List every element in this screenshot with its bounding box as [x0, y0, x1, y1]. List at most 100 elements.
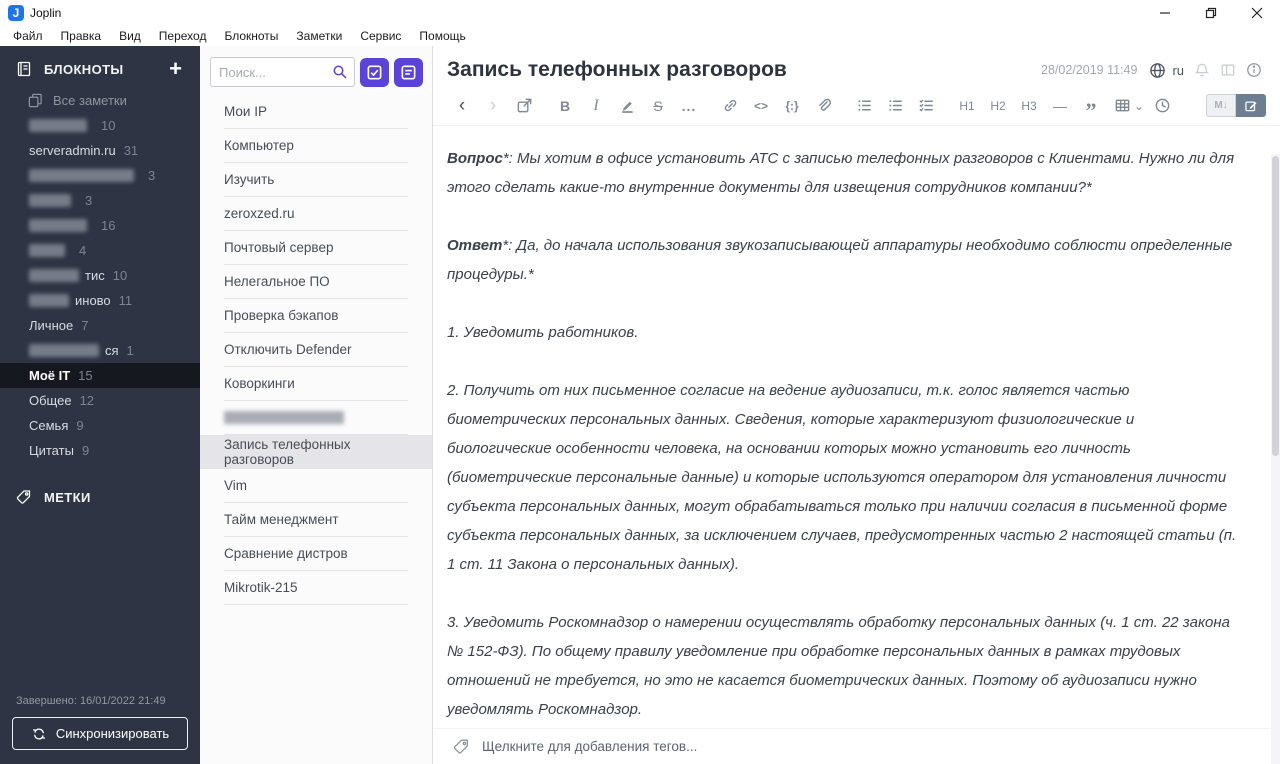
notebook-label: serveradmin.ru: [29, 143, 116, 158]
numbered-list-button[interactable]: [882, 95, 908, 117]
note-list-item[interactable]: Коворкинги: [200, 367, 432, 401]
tag-icon: [453, 739, 468, 754]
joplin-window: J Joplin Файл Правка Вид Переход Блокноты Зам…: [0, 0, 1280, 764]
strikethrough-button[interactable]: S: [645, 95, 671, 117]
note-list-item[interactable]: Компьютер: [200, 129, 432, 163]
insert-table-button[interactable]: [1109, 95, 1135, 117]
external-edit-button[interactable]: [511, 95, 537, 117]
sidebar-notebook-item[interactable]: 4: [0, 238, 200, 263]
spellcheck-language[interactable]: ru: [1172, 63, 1184, 78]
sidebar-notebook-item[interactable]: ся 1: [0, 338, 200, 363]
menu-item[interactable]: Правка: [52, 29, 111, 43]
bell-icon[interactable]: [1194, 62, 1210, 78]
sidebar-notebook-item[interactable]: 10: [0, 113, 200, 138]
sidebar-notebook-item[interactable]: 3: [0, 163, 200, 188]
note-list-item[interactable]: [200, 401, 432, 435]
bold-button[interactable]: B: [552, 95, 578, 117]
note-list-item[interactable]: Сравнение дистров: [200, 537, 432, 571]
note-title-heading[interactable]: Запись телефонных разговоров: [447, 58, 787, 82]
code-block-button[interactable]: {:}: [779, 95, 805, 117]
sidebar-notebook-item[interactable]: иново 11: [0, 288, 200, 313]
sidebar-notebook-item[interactable]: Личное 7: [0, 313, 200, 338]
menu-item[interactable]: Заметки: [287, 29, 351, 43]
more-formats-button[interactable]: ...: [676, 95, 702, 117]
note-body[interactable]: Вопрос*: Мы хотим в офисе установить АТС…: [433, 126, 1280, 728]
menu-item[interactable]: Сервис: [351, 29, 410, 43]
check-list-button[interactable]: [913, 95, 939, 117]
sidebar-notebook-item[interactable]: Семья 9: [0, 413, 200, 438]
note-list-item[interactable]: Mikrotik-215: [200, 571, 432, 605]
notebook-label: ся: [105, 343, 119, 358]
note-list-item[interactable]: Отключить Defender: [200, 333, 432, 367]
inline-code-button[interactable]: <>: [748, 95, 774, 117]
notebook-count: 1: [126, 343, 134, 358]
new-note-button[interactable]: [394, 57, 423, 87]
redacted-label: [29, 219, 87, 232]
heading2-button[interactable]: H2: [985, 95, 1011, 117]
note-title: Компьютер: [224, 138, 294, 153]
globe-icon[interactable]: [1149, 62, 1166, 79]
layout-view-toggle: M↓: [1206, 94, 1266, 117]
sidebar-notebook-item[interactable]: Общее 12: [0, 388, 200, 413]
table-chevron-down-icon[interactable]: ⌄: [1134, 99, 1144, 113]
notebook-count: 10: [101, 118, 116, 133]
note-date: 28/02/2019 11:49: [1041, 63, 1138, 77]
menu-item[interactable]: Помощь: [410, 29, 474, 43]
paragraph-text: *: Мы хотим в офисе установить АТС с зап…: [447, 150, 1235, 196]
attach-file-button[interactable]: [810, 95, 836, 117]
sidebar-notebook-item[interactable]: Цитаты 9: [0, 438, 200, 463]
blockquote-button[interactable]: ”: [1078, 95, 1104, 121]
editor-scrollbar[interactable]: [1271, 154, 1280, 764]
note-title: Коворкинги: [224, 376, 295, 391]
menu-item[interactable]: Блокноты: [215, 29, 287, 43]
new-todo-button[interactable]: [360, 57, 389, 87]
menu-item[interactable]: Переход: [150, 29, 216, 43]
note-list-item[interactable]: Запись телефонных разговоров: [200, 435, 432, 469]
notebook-label: Общее: [29, 393, 72, 408]
layout-toggle-icon[interactable]: [1220, 62, 1236, 78]
back-button[interactable]: ‹: [449, 95, 475, 117]
info-icon[interactable]: [1246, 62, 1262, 78]
note-title: Запись телефонных разговоров: [224, 436, 351, 467]
sidebar-notebook-item[interactable]: Моё IT 15: [0, 363, 200, 388]
insert-datetime-button[interactable]: [1149, 95, 1175, 117]
richtext-view-button[interactable]: [1236, 94, 1266, 117]
note-paragraph: 3. Уведомить Роскомнадзор о намерении ос…: [447, 608, 1240, 724]
close-button[interactable]: [1234, 0, 1280, 25]
link-button[interactable]: [717, 95, 743, 117]
minimize-button[interactable]: [1142, 0, 1188, 25]
menu-item[interactable]: Вид: [110, 29, 150, 43]
note-list-item[interactable]: Vim: [200, 469, 432, 503]
note-title: Мои IP: [224, 104, 267, 119]
tag-bar[interactable]: Щелкните для добавления тегов...: [433, 728, 1280, 764]
menu-item[interactable]: Файл: [4, 29, 52, 43]
new-notebook-button[interactable]: +: [169, 58, 190, 80]
horizontal-rule-button[interactable]: —: [1047, 95, 1073, 117]
note-list-item[interactable]: Нелегальное ПО: [200, 265, 432, 299]
italic-button[interactable]: I: [583, 95, 609, 117]
heading3-button[interactable]: H3: [1016, 95, 1042, 117]
tags-header: МЕТКИ: [0, 463, 200, 511]
sidebar-notebook-item[interactable]: serveradmin.ru 31: [0, 138, 200, 163]
note-list-item[interactable]: Почтовый сервер: [200, 231, 432, 265]
sidebar-item-all-notes[interactable]: Все заметки: [0, 88, 200, 113]
note-list-item[interactable]: Мои IP: [200, 95, 432, 129]
sidebar-notebook-item[interactable]: 3: [0, 188, 200, 213]
note-list-item[interactable]: Проверка бэкапов: [200, 299, 432, 333]
note-list-item[interactable]: Тайм менеджмент: [200, 503, 432, 537]
sidebar-notebook-item[interactable]: тис 10: [0, 263, 200, 288]
forward-button[interactable]: ›: [480, 95, 506, 117]
note-list-item[interactable]: Изучить: [200, 163, 432, 197]
synchronize-button[interactable]: Синхронизировать: [12, 717, 188, 750]
markdown-view-button[interactable]: M↓: [1206, 94, 1236, 117]
redacted-label: [29, 194, 71, 207]
heading1-button[interactable]: H1: [954, 95, 980, 117]
sidebar-notebook-item[interactable]: 16: [0, 213, 200, 238]
highlight-button[interactable]: [614, 95, 640, 117]
restore-button[interactable]: [1188, 0, 1234, 25]
note-paragraph: Ответ*: Да, до начала использования звук…: [447, 231, 1240, 289]
bullet-list-button[interactable]: [851, 95, 877, 117]
note-list-item[interactable]: zeroxzed.ru: [200, 197, 432, 231]
scrollbar-thumb[interactable]: [1272, 156, 1279, 456]
redacted-label: [29, 294, 69, 307]
